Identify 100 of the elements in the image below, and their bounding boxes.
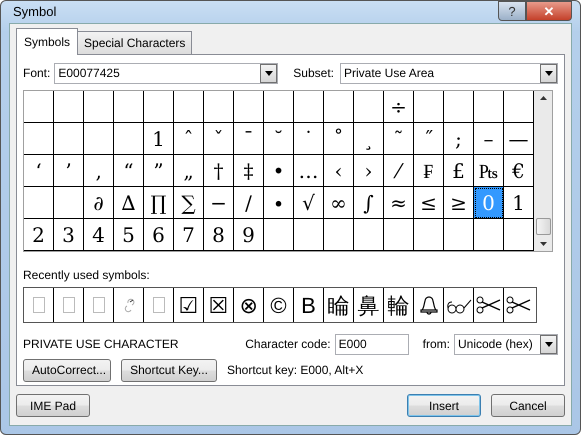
symbol-cell[interactable]: ¯ — [234, 123, 264, 155]
symbol-cell[interactable]: ‹ — [324, 155, 354, 187]
character-code-field[interactable]: E000 — [334, 334, 409, 354]
autocorrect-button[interactable]: AutoCorrect... — [23, 358, 111, 382]
empty-symbol-cell[interactable] — [204, 91, 234, 123]
empty-symbol-cell[interactable] — [324, 91, 354, 123]
tab[interactable]: Special Characters — [77, 31, 192, 54]
empty-symbol-cell[interactable] — [414, 219, 444, 251]
symbol-cell[interactable]: 5 — [114, 219, 144, 251]
recent-symbol[interactable]: 輪 — [388, 288, 410, 322]
empty-symbol-cell[interactable] — [264, 219, 294, 251]
empty-symbol-cell[interactable] — [54, 187, 84, 219]
symbol-cell[interactable]: „ — [174, 155, 204, 187]
empty-symbol-cell[interactable] — [174, 91, 204, 123]
scissors-icon[interactable] — [476, 295, 502, 315]
symbol-cell[interactable]: ˆ — [174, 123, 204, 155]
symbol-cell[interactable]: 8 — [204, 219, 234, 251]
empty-symbol-cell[interactable] — [384, 219, 414, 251]
symbol-cell[interactable]: – — [474, 123, 504, 155]
symbol-cell[interactable]: ∂ — [84, 187, 114, 219]
symbol-cell[interactable]: ⁄ — [384, 155, 414, 187]
symbol-cell[interactable]: 9 — [234, 219, 264, 251]
symbol-cell[interactable]: ∕ — [234, 187, 264, 219]
symbol-cell[interactable]: ∫ — [354, 187, 384, 219]
empty-symbol-cell[interactable] — [264, 91, 294, 123]
font-dropdown[interactable]: E00077425 — [54, 62, 278, 84]
scissors-icon[interactable] — [506, 295, 532, 315]
symbol-cell[interactable]: 3 — [54, 219, 84, 251]
symbol-cell[interactable]: ∞ — [324, 187, 354, 219]
empty-symbol-cell[interactable] — [114, 91, 144, 123]
symbol-cell[interactable]: ∆ — [114, 187, 144, 219]
recent-symbol[interactable]: © — [270, 288, 287, 322]
symbol-cell[interactable]: 4 — [84, 219, 114, 251]
empty-symbol-cell[interactable] — [234, 91, 264, 123]
empty-symbol-cell[interactable] — [54, 123, 84, 155]
symbol-cell[interactable]: 2 — [24, 219, 54, 251]
insert-button[interactable]: Insert — [407, 394, 481, 417]
ime-pad-button[interactable]: IME Pad — [16, 394, 90, 417]
symbol-cell[interactable]: 7 — [174, 219, 204, 251]
shortcut-key-button[interactable]: Shortcut Key... — [121, 358, 217, 382]
empty-symbol-cell[interactable] — [84, 91, 114, 123]
empty-symbol-cell[interactable] — [144, 91, 174, 123]
vertical-scrollbar[interactable] — [534, 91, 552, 251]
symbol-cell[interactable]: ¸ — [354, 123, 384, 155]
empty-symbol-cell[interactable] — [54, 91, 84, 123]
empty-symbol-cell[interactable] — [354, 91, 384, 123]
symbol-cell[interactable]: ‚ — [84, 155, 114, 187]
symbol-cell[interactable]: ∏ — [144, 187, 174, 219]
empty-symbol-cell[interactable] — [294, 219, 324, 251]
symbol-cell[interactable]: £ — [444, 155, 474, 187]
symbol-cell[interactable]: ‘ — [24, 155, 54, 187]
empty-symbol-cell[interactable] — [444, 219, 474, 251]
help-button[interactable]: ? — [498, 1, 526, 21]
empty-symbol-cell[interactable] — [354, 219, 384, 251]
symbol-cell[interactable]: ₣ — [414, 155, 444, 187]
symbol-cell[interactable]: − — [204, 187, 234, 219]
empty-symbol-cell[interactable] — [84, 123, 114, 155]
empty-symbol-cell[interactable] — [24, 123, 54, 155]
symbol-cell[interactable]: ‡ — [234, 155, 264, 187]
recent-symbol[interactable]: B — [301, 288, 316, 322]
symbol-cell[interactable]: ˜ — [384, 123, 414, 155]
symbol-cell[interactable]: ˇ — [204, 123, 234, 155]
recent-symbol[interactable]: 鼻 — [358, 288, 380, 322]
symbol-cell[interactable]: ∑ — [174, 187, 204, 219]
symbol-cell[interactable]: ÷ — [384, 91, 414, 123]
empty-symbol-cell[interactable] — [114, 123, 144, 155]
symbol-cell[interactable]: ∙ — [264, 187, 294, 219]
tab[interactable]: Symbols — [16, 28, 78, 55]
symbol-cell[interactable]: › — [354, 155, 384, 187]
recent-symbol[interactable]: 睔 — [328, 288, 350, 322]
symbol-cell[interactable]: ≈ — [384, 187, 414, 219]
scrollbar-thumb[interactable] — [536, 218, 550, 235]
empty-symbol-cell[interactable] — [24, 187, 54, 219]
symbol-cell[interactable]: “ — [114, 155, 144, 187]
symbol-cell[interactable]: • — [264, 155, 294, 187]
bell-icon[interactable] — [418, 295, 440, 315]
from-dropdown[interactable]: Unicode (hex) — [454, 334, 558, 354]
empty-symbol-cell[interactable] — [24, 91, 54, 123]
recent-symbol[interactable]: ☒ — [208, 288, 228, 322]
empty-symbol-cell[interactable] — [444, 91, 474, 123]
empty-symbol-cell[interactable] — [474, 91, 504, 123]
symbol-cell[interactable]: ˘ — [264, 123, 294, 155]
symbol-cell[interactable]: … — [294, 155, 324, 187]
symbol-cell[interactable]: ≤ — [414, 187, 444, 219]
glyph-icon[interactable] — [122, 297, 134, 313]
symbol-cell[interactable]: ˚ — [324, 123, 354, 155]
symbol-cell[interactable]: ’ — [54, 155, 84, 187]
symbol-cell[interactable]: † — [204, 155, 234, 187]
subset-dropdown[interactable]: Private Use Area — [340, 62, 558, 84]
cancel-button[interactable]: Cancel — [491, 394, 565, 417]
symbol-cell[interactable]: 1 — [144, 123, 174, 155]
symbol-cell[interactable]: ; — [444, 123, 474, 155]
symbol-cell[interactable]: ˝ — [414, 123, 444, 155]
empty-symbol-cell[interactable] — [324, 219, 354, 251]
empty-symbol-cell[interactable] — [414, 91, 444, 123]
empty-symbol-cell[interactable] — [294, 91, 324, 123]
symbol-cell[interactable]: √ — [294, 187, 324, 219]
symbol-cell[interactable]: ” — [144, 155, 174, 187]
recent-symbol[interactable]: ⊗ — [240, 288, 258, 322]
symbol-cell[interactable]: ˙ — [294, 123, 324, 155]
